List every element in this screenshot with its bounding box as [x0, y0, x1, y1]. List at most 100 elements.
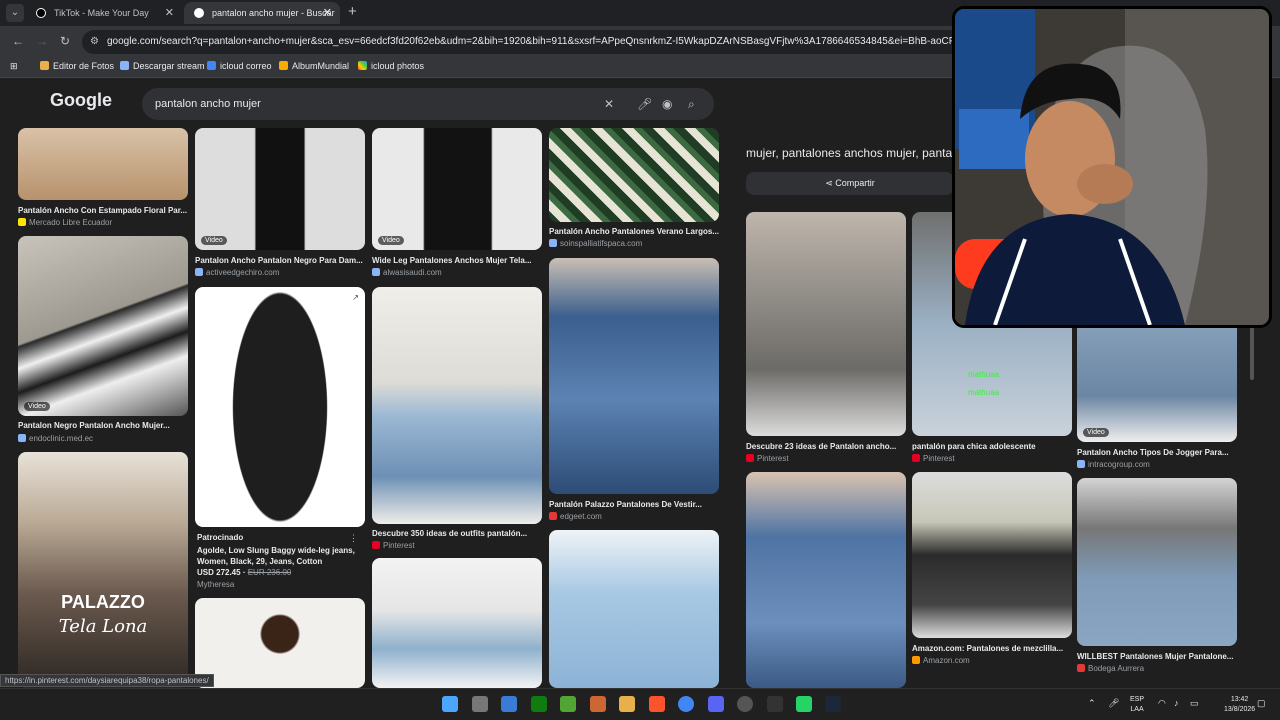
language-indicator[interactable]: ESP LAA: [1130, 695, 1144, 715]
brave-icon[interactable]: [649, 696, 665, 712]
result-image[interactable]: [912, 472, 1072, 638]
video-badge: Video: [201, 236, 227, 245]
result-image[interactable]: [549, 128, 719, 222]
new-tab-button[interactable]: +: [348, 3, 357, 20]
result-image[interactable]: [372, 558, 542, 688]
chrome-icon[interactable]: [678, 696, 694, 712]
tab-google-search[interactable]: pantalon ancho mujer - Buscar ✕: [184, 2, 340, 24]
result-image[interactable]: [195, 598, 365, 688]
clock[interactable]: 13:42 13/8/2026: [1224, 695, 1255, 715]
result-title[interactable]: Pantalón Ancho Pantalones Verano Largos.…: [549, 227, 719, 236]
close-icon[interactable]: ✕: [323, 2, 332, 24]
result-image[interactable]: ↗: [195, 287, 365, 527]
source-icon: [1077, 664, 1085, 672]
back-icon[interactable]: ←: [12, 34, 24, 48]
bookmark-icloud-correo[interactable]: icloud correo: [207, 61, 272, 71]
tab-title: TikTok - Make Your Day: [54, 8, 149, 18]
steam-icon[interactable]: [825, 696, 841, 712]
bookmark-descargar-stream[interactable]: Descargar stream: [120, 61, 205, 71]
result-source: activeedgechiro.com: [195, 268, 279, 277]
whatsapp-icon[interactable]: [796, 696, 812, 712]
bookmark-editor-fotos[interactable]: Editor de Fotos: [40, 61, 114, 71]
search-query: pantalon ancho mujer: [155, 98, 261, 110]
result-source: Amazon.com: [912, 656, 970, 665]
microphone-icon[interactable]: 🎤︎: [1108, 698, 1119, 708]
bookmark-icloud-photos[interactable]: icloud photos: [358, 61, 424, 71]
task-view-icon[interactable]: [472, 696, 488, 712]
lens-icon[interactable]: ◉: [662, 88, 672, 120]
result-title[interactable]: Pantalon Ancho Pantalon Negro Para Dam..…: [195, 256, 365, 265]
result-source: Bodega Aurrera: [1077, 664, 1144, 673]
result-title[interactable]: pantalón para chica adolescente: [912, 442, 1072, 451]
store-icon[interactable]: [501, 696, 517, 712]
forward-icon[interactable]: →: [36, 34, 48, 48]
chat-username: mathuaa: [968, 370, 1000, 379]
obs-icon[interactable]: [737, 696, 753, 712]
search-icon[interactable]: ⌕: [688, 88, 695, 120]
result-title[interactable]: Pantalon Ancho Tipos De Jogger Para...: [1077, 448, 1237, 457]
external-link-icon[interactable]: ↗: [352, 293, 359, 302]
tab-search-button[interactable]: ⌄: [6, 4, 24, 22]
video-badge: Video: [24, 402, 50, 411]
capcut-icon[interactable]: [767, 696, 783, 712]
game-icon[interactable]: [590, 696, 606, 712]
result-image[interactable]: [18, 128, 188, 200]
apps-icon[interactable]: ⊞: [10, 61, 18, 72]
result-title[interactable]: Amazon.com: Pantalones de mezclilla...: [912, 644, 1072, 653]
start-icon[interactable]: [442, 696, 458, 712]
result-title[interactable]: WILLBEST Pantalones Mujer Pantalone...: [1077, 652, 1237, 661]
result-image[interactable]: PALAZZO Tela Lona: [18, 452, 188, 688]
result-title[interactable]: Agolde, Low Slung Baggy wide-leg jeans, …: [197, 545, 361, 567]
result-image[interactable]: Video: [18, 236, 188, 416]
result-title[interactable]: Pantalón Ancho Con Estampado Floral Par.…: [18, 206, 188, 215]
tab-tiktok[interactable]: TikTok - Make Your Day ✕: [26, 2, 182, 24]
video-badge: Video: [378, 236, 404, 245]
folder-icon[interactable]: [619, 696, 635, 712]
result-title[interactable]: Descubre 350 ideas de outfits pantalón..…: [372, 529, 542, 538]
result-image[interactable]: Video: [372, 128, 542, 250]
source-icon: [18, 434, 26, 442]
notification-icon[interactable]: ▢: [1257, 698, 1266, 708]
source-icon: [549, 512, 557, 520]
wifi-icon[interactable]: ◠: [1158, 698, 1166, 708]
reload-icon[interactable]: ↻: [60, 34, 70, 48]
url-text: google.com/search?q=pantalon+ancho+mujer…: [107, 36, 962, 47]
chevron-up-icon[interactable]: ⌃: [1088, 698, 1096, 708]
result-image[interactable]: [372, 287, 542, 524]
google-logo[interactable]: Google: [50, 90, 112, 111]
result-image[interactable]: [549, 530, 719, 688]
clear-icon[interactable]: ✕: [604, 88, 614, 120]
more-options-icon[interactable]: ⋮: [349, 533, 358, 544]
result-source: Mercado Libre Ecuador: [18, 218, 112, 227]
discord-icon[interactable]: [708, 696, 724, 712]
address-bar[interactable]: ⚙ google.com/search?q=pantalon+ancho+muj…: [82, 30, 962, 54]
battery-icon[interactable]: ▭: [1190, 698, 1199, 708]
sponsored-label: Patrocinado: [197, 533, 244, 542]
result-image[interactable]: [746, 212, 906, 436]
result-source: intracogroup.com: [1077, 460, 1150, 469]
volume-icon[interactable]: ♪: [1174, 698, 1179, 708]
close-icon[interactable]: ✕: [165, 2, 174, 24]
tab-title: pantalon ancho mujer - Buscar: [212, 8, 335, 18]
bookmark-icon: [207, 61, 216, 70]
site-info-icon[interactable]: ⚙: [90, 30, 99, 54]
result-title[interactable]: Descubre 23 ideas de Pantalon ancho...: [746, 442, 906, 451]
xbox-icon[interactable]: [531, 696, 547, 712]
image-results-grid: Pantalón Ancho Con Estampado Floral Par.…: [0, 128, 730, 688]
result-title[interactable]: Pantalon Negro Pantalon Ancho Mujer...: [18, 421, 188, 430]
result-image[interactable]: [1077, 478, 1237, 646]
result-title[interactable]: Wide Leg Pantalones Anchos Mujer Tela...: [372, 256, 542, 265]
share-button[interactable]: ⋖ Compartir: [746, 172, 954, 195]
old-price: EUR 236.00: [247, 568, 292, 577]
search-input[interactable]: pantalon ancho mujer ✕ 🎤︎ ◉ ⌕: [142, 88, 714, 120]
result-title[interactable]: Pantalón Palazzo Pantalones De Vestir...: [549, 500, 719, 509]
result-image[interactable]: [746, 472, 906, 688]
result-image[interactable]: [549, 258, 719, 494]
webcam-overlay: [952, 6, 1272, 328]
microphone-icon[interactable]: 🎤︎: [637, 88, 652, 120]
result-image[interactable]: Video: [195, 128, 365, 250]
source-icon: [372, 268, 380, 276]
minecraft-icon[interactable]: [560, 696, 576, 712]
bookmark-albummundial[interactable]: AlbumMundial: [279, 61, 349, 71]
result-source: alwasisaudi.com: [372, 268, 442, 277]
